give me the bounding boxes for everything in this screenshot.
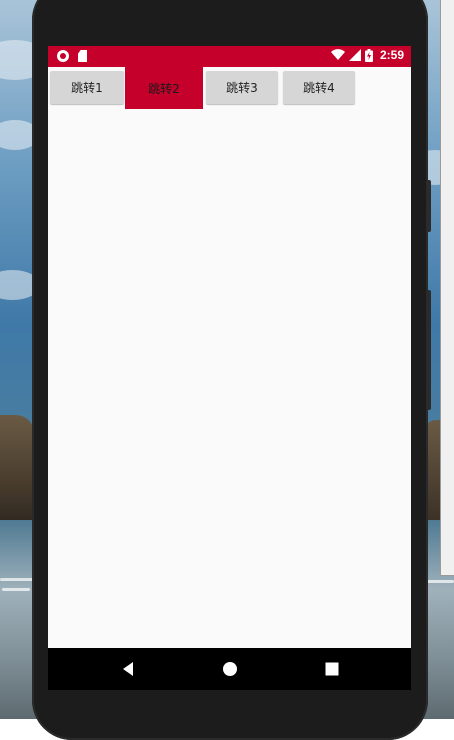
tab-label: 跳转2 [148, 81, 180, 96]
back-icon[interactable] [118, 659, 138, 679]
background-window-edge [440, 0, 454, 576]
power-button[interactable] [427, 290, 431, 410]
navigation-bar [48, 648, 411, 690]
recents-icon[interactable] [322, 659, 342, 679]
content-area [48, 109, 411, 648]
phone-screen: 2:59 跳转1 跳转2 跳转3 跳转4 [48, 46, 411, 690]
tab-label: 跳转3 [226, 81, 258, 95]
wifi-icon [330, 49, 345, 61]
battery-charging-icon [364, 48, 373, 62]
tab-label: 跳转1 [71, 81, 103, 95]
tab-jump-2[interactable]: 跳转2 [125, 67, 203, 109]
status-bar: 2:59 [48, 46, 411, 67]
volume-button[interactable] [427, 180, 431, 232]
tab-jump-3[interactable]: 跳转3 [206, 67, 278, 109]
wallpaper-rock-left [0, 415, 34, 525]
tab-jump-1[interactable]: 跳转1 [50, 67, 124, 109]
home-icon[interactable] [220, 659, 240, 679]
signal-icon [348, 49, 361, 61]
sd-card-icon [78, 50, 87, 62]
tab-label: 跳转4 [303, 81, 335, 95]
tab-bar: 跳转1 跳转2 跳转3 跳转4 [48, 67, 411, 109]
tab-jump-4[interactable]: 跳转4 [283, 67, 355, 109]
record-icon [57, 50, 69, 62]
status-time: 2:59 [379, 48, 404, 62]
